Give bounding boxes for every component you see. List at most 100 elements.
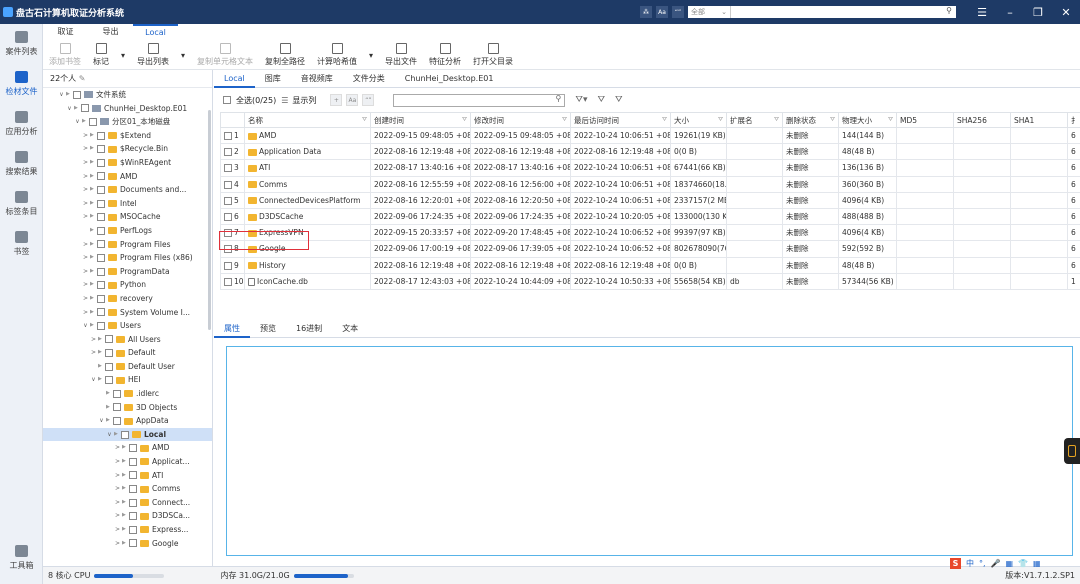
table-row[interactable]: 9 History 2022-08-16 12:19:48 +08 2022-08-1… — [220, 256, 1080, 274]
tree-checkbox[interactable] — [97, 213, 105, 222]
tree-checkbox[interactable] — [97, 308, 105, 317]
expand-icon[interactable]: > — [81, 156, 90, 170]
show-columns-button[interactable]: 显示列 — [292, 95, 316, 106]
collapse-icon[interactable]: ∨ — [105, 428, 114, 442]
tree-item[interactable]: > ▶ Comms — [43, 482, 212, 496]
tree-checkbox[interactable] — [129, 485, 137, 494]
nav-item-1[interactable]: 检材文件 — [0, 64, 43, 104]
table-row[interactable]: 10 IconCache.db 2022-08-17 12:43:03 +08 202… — [220, 272, 1080, 290]
tree-checkbox[interactable] — [121, 430, 129, 439]
tree-checkbox[interactable] — [97, 226, 105, 235]
toolbar-button-2[interactable]: 导出列表 — [131, 40, 175, 70]
caret-down-icon[interactable]: ▾ — [175, 40, 191, 70]
expand-icon[interactable]: > — [89, 346, 98, 360]
table-row[interactable]: 3 ATI 2022-08-17 13:40:16 +08 2022-08-17 13… — [220, 159, 1080, 177]
column-filter-icon[interactable]: ⛛ — [462, 116, 467, 124]
tree-scrollbar[interactable] — [208, 110, 211, 330]
menu-tab-1[interactable]: 导出 — [88, 24, 133, 40]
tree-checkbox[interactable] — [129, 471, 137, 480]
column-header[interactable]: 物理大小 ⛛ — [838, 112, 897, 128]
tree-checkbox[interactable] — [113, 389, 121, 398]
row-checkbox[interactable] — [224, 261, 232, 270]
expand-icon[interactable]: > — [81, 292, 90, 306]
expand-icon[interactable]: > — [113, 496, 122, 510]
tree-item[interactable]: > ▶ Program Files (x86) — [43, 251, 212, 265]
close-icon[interactable]: ✕ — [1052, 6, 1080, 19]
tree-checkbox[interactable] — [97, 253, 105, 262]
expand-icon[interactable]: > — [81, 238, 90, 252]
table-row[interactable]: 1 AMD 2022-09-15 09:48:05 +08 2022-09-15 09… — [220, 126, 1080, 145]
tree-checkbox[interactable] — [97, 294, 105, 303]
expand-icon[interactable]: > — [81, 210, 90, 224]
sub-tab-4[interactable]: ChunHei_Desktop.E01 — [395, 70, 504, 88]
detail-tab-1[interactable]: 预览 — [250, 320, 286, 338]
nav-item-0[interactable]: 案件列表 — [0, 24, 43, 64]
column-header[interactable]: 扌 — [1067, 112, 1080, 128]
column-header[interactable]: SHA1 — [1010, 112, 1068, 128]
minimize-icon[interactable]: – — [996, 6, 1024, 19]
tree-checkbox[interactable] — [105, 362, 113, 371]
expand-icon[interactable]: > — [113, 509, 122, 523]
tree-item[interactable]: > ▶ All Users — [43, 333, 212, 347]
expand-icon[interactable]: > — [81, 129, 90, 143]
ime-item-icon[interactable]: ▦ — [1006, 559, 1014, 568]
row-checkbox[interactable] — [224, 277, 232, 286]
menu-tab-2[interactable]: Local — [133, 24, 178, 40]
tree-checkbox[interactable] — [129, 512, 137, 521]
toolbar-button-4[interactable]: 复制全路径 — [259, 40, 311, 70]
tree-item[interactable]: > ▶ MSOCache — [43, 210, 212, 224]
collapse-icon[interactable]: ∨ — [97, 414, 106, 428]
column-header[interactable]: SHA256 — [953, 112, 1011, 128]
column-header[interactable]: 名称 ⛛ — [244, 112, 371, 128]
tree-item[interactable]: > ▶ ProgramData — [43, 265, 212, 279]
tree-checkbox[interactable] — [97, 321, 105, 330]
table-row[interactable]: 2 Application Data 2022-08-16 12:19:48 +08… — [220, 143, 1080, 161]
tree-checkbox[interactable] — [97, 145, 105, 154]
global-search-input[interactable]: ⚲ — [730, 6, 956, 18]
tree-checkbox[interactable] — [97, 240, 105, 249]
expand-icon[interactable]: > — [81, 306, 90, 320]
sub-tab-0[interactable]: Local — [214, 70, 255, 88]
column-filter-icon[interactable]: ⛛ — [362, 116, 367, 124]
column-header[interactable]: 修改时间 ⛛ — [470, 112, 571, 128]
ime-brand-icon[interactable]: S — [950, 557, 961, 569]
column-filter-icon[interactable]: ⛛ — [718, 116, 723, 124]
tree-item[interactable]: > ▶ Default — [43, 346, 212, 360]
collapse-icon[interactable]: ∨ — [81, 319, 90, 333]
expand-icon[interactable]: > — [113, 469, 122, 483]
expand-icon[interactable]: > — [81, 142, 90, 156]
tree-item[interactable]: > ▶ Connect... — [43, 496, 212, 510]
column-header[interactable]: 大小 ⛛ — [670, 112, 727, 128]
tree-checkbox[interactable] — [97, 185, 105, 194]
add-filter-button[interactable]: + — [330, 94, 343, 106]
tree-checkbox[interactable] — [97, 199, 105, 208]
nav-item-4[interactable]: 标签条目 — [0, 184, 43, 224]
row-checkbox[interactable] — [224, 196, 232, 205]
column-header[interactable]: 扩展名 ⛛ — [726, 112, 783, 128]
nav-item-2[interactable]: 应用分析 — [0, 104, 43, 144]
toolbox-button[interactable]: 工具箱 — [0, 538, 43, 578]
list-search-input[interactable]: ⚲ — [393, 93, 566, 107]
tree-item[interactable]: ∨ ▶ Local — [43, 427, 212, 442]
expand-icon[interactable]: > — [81, 265, 90, 279]
filter-reset-icon[interactable]: ⛛ — [615, 95, 623, 105]
table-row[interactable]: 5 ConnectedDevicesPlatform 2022-08-16 12:2… — [220, 191, 1080, 209]
table-row[interactable]: 6 D3DSCache 2022-09-06 17:24:35 +08 2022-09… — [220, 207, 1080, 226]
toolbar-button-7[interactable]: 特征分析 — [423, 40, 467, 70]
ime-item-icon[interactable]: 👕 — [1018, 559, 1028, 568]
tree-checkbox[interactable] — [97, 267, 105, 276]
tree-checkbox[interactable] — [105, 376, 113, 385]
tree-item[interactable]: > ▶ D3DSCa... — [43, 509, 212, 523]
table-row[interactable]: 7 ExpressVPN 2022-09-15 20:33:57 +08 2022-0… — [220, 224, 1080, 242]
expand-icon[interactable]: > — [81, 170, 90, 184]
tree-checkbox[interactable] — [129, 539, 137, 548]
row-checkbox[interactable] — [224, 180, 232, 189]
collapse-icon[interactable]: ∨ — [57, 88, 66, 102]
tree-checkbox[interactable] — [113, 417, 121, 426]
collapse-icon[interactable]: ∨ — [89, 373, 98, 387]
tree-item[interactable]: ▶ .idlerc — [43, 387, 212, 401]
toolbar-button-8[interactable]: 打开父目录 — [467, 40, 519, 70]
sub-tab-2[interactable]: 音视频库 — [291, 70, 343, 88]
tree-item[interactable]: > ▶ $WinREAgent — [43, 156, 212, 170]
expand-icon[interactable]: > — [113, 482, 122, 496]
